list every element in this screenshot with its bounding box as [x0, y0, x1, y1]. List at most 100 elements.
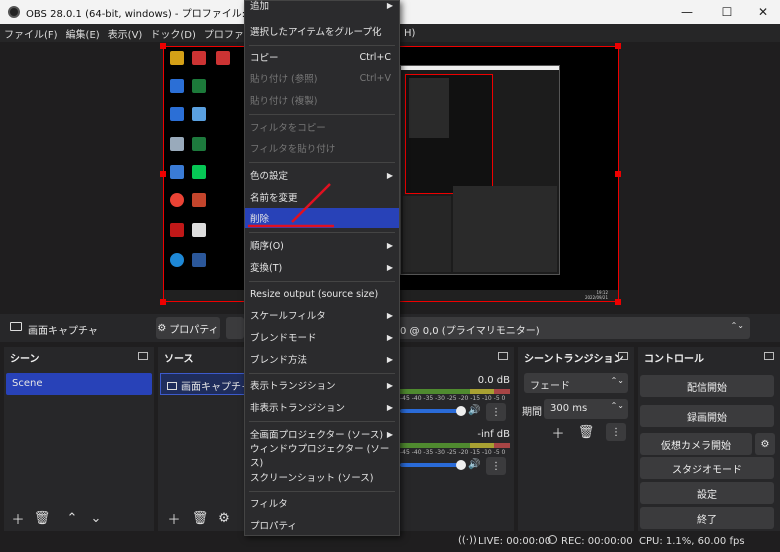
move-up-button[interactable]: ⌃: [62, 509, 82, 527]
submenu-arrow-icon: ▶: [386, 332, 393, 342]
menu-item-window-projector[interactable]: ウィンドウプロジェクター (ソース): [245, 444, 399, 469]
sources-dock: ソース 画面キャプチャ ＋ 🗑 ⚙: [158, 347, 246, 531]
transitions-header: シーントランジション: [518, 347, 634, 367]
exit-button[interactable]: 終了: [640, 507, 774, 529]
close-button[interactable]: ✕: [746, 0, 780, 24]
slider-handle[interactable]: [456, 460, 466, 470]
remove-scene-button[interactable]: 🗑: [32, 509, 52, 527]
submenu-arrow-icon: ▶: [386, 354, 393, 364]
track-options-button[interactable]: ⋮: [486, 457, 506, 475]
scene-item-label: Scene: [12, 378, 43, 389]
menu-item-copy[interactable]: コピー Ctrl+C: [245, 47, 399, 67]
remove-transition-button[interactable]: 🗑: [576, 423, 596, 441]
monitor-icon: [167, 382, 177, 390]
transition-type: フェード: [530, 381, 570, 392]
scene-item[interactable]: Scene: [6, 373, 152, 395]
menu-item-blend-method[interactable]: ブレンド方法 ▶: [245, 349, 399, 369]
controls-header: コントロール: [638, 347, 780, 367]
menu-help[interactable]: H): [400, 28, 419, 39]
slider-handle[interactable]: [456, 406, 466, 416]
virtual-camera-settings-button[interactable]: ⚙: [755, 433, 775, 455]
submenu-arrow-icon: ▶: [386, 0, 393, 10]
add-source-button[interactable]: ＋: [164, 509, 184, 528]
source-properties-button[interactable]: ⚙: [214, 509, 234, 527]
menu-item-show-transition[interactable]: 表示トランジション ▶: [245, 375, 399, 395]
add-scene-button[interactable]: ＋: [8, 509, 28, 528]
nested-obs-window: [400, 65, 560, 275]
annotation-arrow: [248, 183, 334, 228]
volume-meter-red: [494, 389, 510, 394]
transitions-dock: シーントランジション フェード ⌃⌄ 期間 300 ms ⌃⌄ ＋ 🗑 ⋮: [518, 347, 634, 531]
window-title: OBS 28.0.1 (64-bit, windows) - プロファイル: U…: [26, 8, 261, 20]
taskbar-date: 2022/09/21: [584, 295, 608, 300]
move-down-button[interactable]: ⌄: [86, 509, 106, 527]
source-item[interactable]: 画面キャプチャ: [160, 373, 246, 395]
recycle-bin-icon: [170, 137, 184, 151]
submenu-arrow-icon: ▶: [386, 402, 393, 412]
settings-button[interactable]: 設定: [640, 482, 774, 504]
start-virtual-camera-button[interactable]: 仮想カメラ開始: [640, 433, 752, 455]
spin-arrows-icon[interactable]: ⌃⌄: [611, 401, 624, 410]
speaker-icon[interactable]: 🔊: [468, 405, 480, 416]
menu-file[interactable]: ファイル(F): [0, 26, 62, 41]
menu-view[interactable]: 表示(V): [104, 26, 147, 41]
menu-item-transform[interactable]: 変換(T) ▶: [245, 257, 399, 277]
add-transition-button[interactable]: ＋: [548, 423, 568, 442]
resize-handle[interactable]: [160, 171, 166, 177]
desktop-icon: [192, 223, 206, 237]
studio-mode-button[interactable]: スタジオモード: [640, 457, 774, 479]
volume-slider[interactable]: [400, 463, 462, 467]
resize-handle[interactable]: [615, 171, 621, 177]
track-options-button[interactable]: ⋮: [486, 403, 506, 421]
start-recording-button[interactable]: 録画開始: [640, 405, 774, 427]
menu-item-paste-filters[interactable]: フィルタを貼り付け: [245, 138, 399, 158]
properties-button[interactable]: ⚙ プロパティ: [156, 317, 220, 339]
menu-dock[interactable]: ドック(D): [146, 26, 200, 41]
resize-handle[interactable]: [160, 299, 166, 305]
source-item-label: 画面キャプチャ: [181, 382, 246, 393]
undock-icon[interactable]: [764, 352, 774, 360]
menu-item-hide-transition[interactable]: 非表示トランジション ▶: [245, 397, 399, 417]
menu-item-filters[interactable]: フィルタ: [245, 493, 399, 513]
menu-item-paste-reference[interactable]: 貼り付け (参照) Ctrl+V: [245, 68, 399, 88]
menu-edit[interactable]: 編集(E): [62, 26, 104, 41]
menu-item-copy-filters[interactable]: フィルタをコピー: [245, 117, 399, 137]
maximize-button[interactable]: ☐: [710, 0, 744, 24]
volume-meter-yellow: [470, 443, 494, 448]
selected-source-name: 画面キャプチャ: [28, 326, 98, 337]
context-menu: 追加 ▶ 選択したアイテムをグループ化 コピー Ctrl+C 貼り付け (参照) Ct…: [244, 0, 400, 536]
menu-item-screenshot[interactable]: スクリーンショット (ソース): [245, 467, 399, 487]
submenu-arrow-icon: ▶: [386, 262, 393, 272]
transition-select[interactable]: フェード ⌃⌄: [524, 373, 628, 393]
menu-item-add[interactable]: 追加 ▶: [245, 0, 399, 15]
start-streaming-button[interactable]: 配信開始: [640, 375, 774, 397]
resize-handle[interactable]: [160, 43, 166, 49]
remove-source-button[interactable]: 🗑: [190, 509, 210, 527]
word-icon: [192, 253, 206, 267]
undock-icon[interactable]: [498, 352, 508, 360]
volume-meter-green: [400, 389, 470, 394]
desktop-icon: [170, 165, 184, 179]
transition-options-button[interactable]: ⋮: [606, 423, 626, 441]
menu-item-properties[interactable]: プロパティ: [245, 515, 399, 535]
resize-handle[interactable]: [615, 299, 621, 305]
volume-meter-yellow: [470, 389, 494, 394]
undock-icon[interactable]: [138, 352, 148, 360]
menu-item-group[interactable]: 選択したアイテムをグループ化: [245, 21, 399, 41]
duration-spinbox[interactable]: 300 ms ⌃⌄: [544, 399, 628, 419]
undock-icon[interactable]: [618, 352, 628, 360]
resize-handle[interactable]: [615, 43, 621, 49]
submenu-arrow-icon: ▶: [386, 170, 393, 180]
speaker-icon[interactable]: 🔊: [468, 459, 480, 470]
filters-button[interactable]: [226, 317, 244, 339]
minimize-button[interactable]: —: [670, 0, 704, 24]
edge-icon: [170, 253, 184, 267]
audio-mixer-dock: 0.0 dB -45 -40 -35 -30 -25 -20 -15 -10 -…: [400, 347, 514, 531]
submenu-arrow-icon: ▶: [386, 380, 393, 390]
volume-slider[interactable]: [400, 409, 462, 413]
menu-item-paste-duplicate[interactable]: 貼り付け (複製): [245, 90, 399, 110]
menu-item-resize-output[interactable]: Resize output (source size): [245, 284, 399, 304]
display-select[interactable]: 0 @ 0,0 (プライマリモニター) ⌃⌄: [398, 317, 750, 339]
menu-item-scale-filter[interactable]: スケールフィルタ ▶: [245, 305, 399, 325]
menu-item-blend-mode[interactable]: ブレンドモード ▶: [245, 327, 399, 347]
